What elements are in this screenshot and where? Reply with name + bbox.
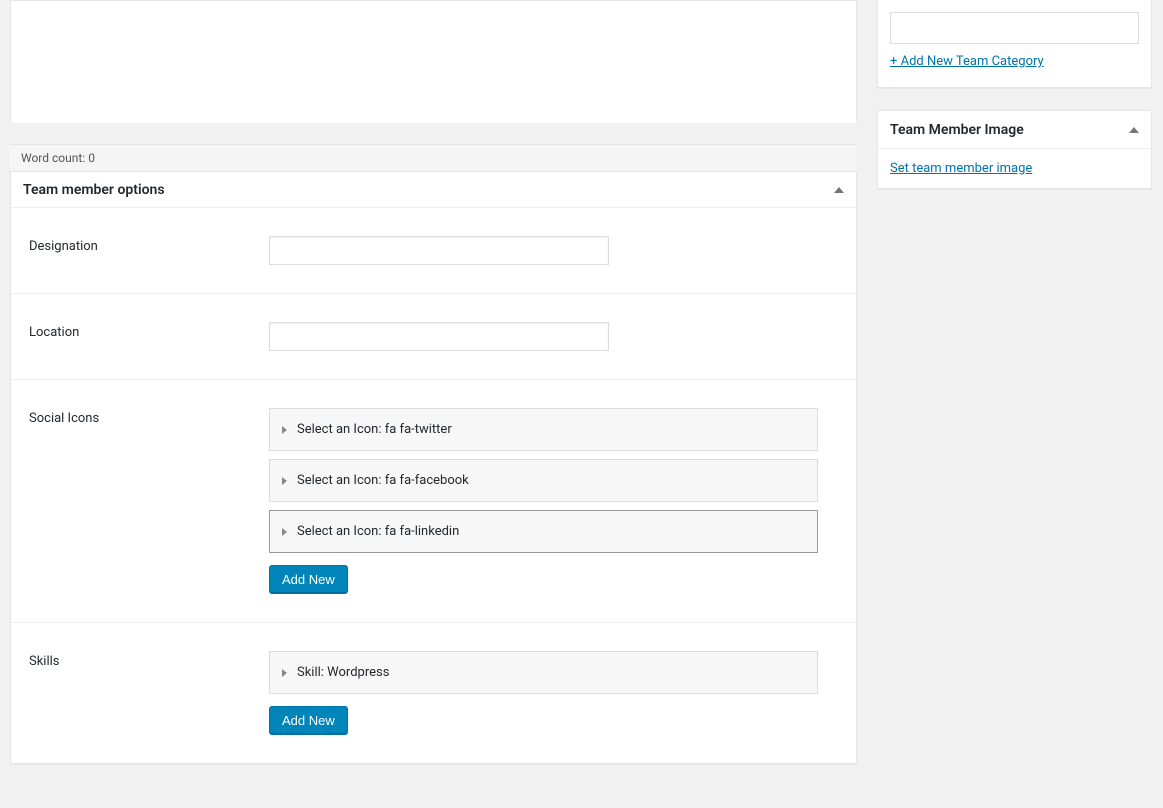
designation-input[interactable] — [269, 236, 609, 265]
triangle-right-icon — [282, 528, 287, 536]
designation-row: Designation — [11, 208, 856, 294]
category-selection-box[interactable] — [890, 12, 1139, 44]
editor-body[interactable] — [11, 1, 856, 123]
social-icons-row: Social Icons Select an Icon: fa fa-twitt… — [11, 380, 856, 623]
location-row: Location — [11, 294, 856, 380]
location-input[interactable] — [269, 322, 609, 351]
team-member-image-panel: Team Member Image Set team member image — [877, 110, 1152, 189]
social-icons-label: Social Icons — [29, 408, 269, 594]
social-icon-item[interactable]: Select an Icon: fa fa-linkedin — [269, 510, 818, 553]
social-icon-item-label: Select an Icon: fa fa-facebook — [297, 473, 469, 488]
options-panel-header[interactable]: Team member options — [11, 172, 856, 208]
triangle-up-icon[interactable] — [834, 187, 844, 193]
triangle-right-icon — [282, 477, 287, 485]
editor-container — [10, 0, 857, 122]
wordcount-label: Word count: — [21, 151, 85, 165]
add-new-team-category-link[interactable]: + Add New Team Category — [890, 54, 1044, 69]
wordcount-bar: Word count: 0 — [10, 144, 857, 171]
triangle-right-icon — [282, 669, 287, 677]
designation-label: Designation — [29, 236, 269, 265]
location-label: Location — [29, 322, 269, 351]
triangle-up-icon[interactable] — [1129, 127, 1139, 133]
add-new-social-icon-button[interactable]: Add New — [269, 565, 348, 594]
skill-item[interactable]: Skill: Wordpress — [269, 651, 818, 694]
skills-label: Skills — [29, 651, 269, 735]
skills-row: Skills Skill: Wordpress Add New — [11, 623, 856, 763]
wordcount-value: 0 — [88, 151, 95, 165]
team-category-panel: + Add New Team Category — [877, 0, 1152, 88]
social-icon-item-label: Select an Icon: fa fa-linkedin — [297, 524, 459, 539]
social-icon-item[interactable]: Select an Icon: fa fa-facebook — [269, 459, 818, 502]
add-new-skill-button[interactable]: Add New — [269, 706, 348, 735]
social-icon-item[interactable]: Select an Icon: fa fa-twitter — [269, 408, 818, 451]
image-panel-header[interactable]: Team Member Image — [878, 111, 1151, 149]
team-member-options-panel: Team member options Designation Location… — [10, 171, 857, 764]
options-panel-title: Team member options — [23, 182, 165, 198]
set-team-member-image-link[interactable]: Set team member image — [890, 161, 1032, 176]
social-icon-item-label: Select an Icon: fa fa-twitter — [297, 422, 452, 437]
triangle-right-icon — [282, 426, 287, 434]
skill-item-label: Skill: Wordpress — [297, 665, 389, 680]
image-panel-title: Team Member Image — [890, 122, 1024, 138]
